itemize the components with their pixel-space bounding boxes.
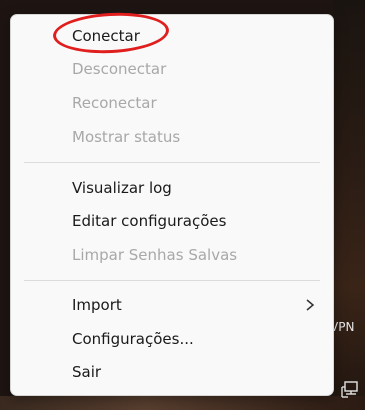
- menu-item-reconectar: Reconectar: [15, 87, 329, 119]
- desktop-background-bottom: [0, 396, 365, 410]
- menu-item-mostrar-status: Mostrar status: [15, 121, 329, 153]
- menu-item-label: Sair: [72, 363, 102, 381]
- context-menu: Conectar Desconectar Reconectar Mostrar …: [10, 14, 334, 396]
- menu-item-label: Mostrar status: [72, 128, 181, 146]
- menu-item-sair[interactable]: Sair: [15, 356, 329, 388]
- menu-item-label: Import: [72, 296, 122, 314]
- menu-item-label: Visualizar log: [72, 179, 172, 197]
- menu-item-label: Editar configurações: [72, 212, 227, 230]
- menu-item-limpar-senhas: Limpar Senhas Salvas: [15, 239, 329, 271]
- menu-separator: [24, 162, 320, 163]
- menu-item-editar-configuracoes[interactable]: Editar configurações: [15, 205, 329, 237]
- menu-item-conectar[interactable]: Conectar: [15, 20, 329, 52]
- menu-separator: [24, 280, 320, 281]
- menu-item-configuracoes[interactable]: Configurações...: [15, 323, 329, 355]
- menu-item-label: Conectar: [72, 27, 140, 45]
- desktop-background: [333, 0, 365, 410]
- menu-item-desconectar: Desconectar: [15, 53, 329, 85]
- menu-item-label: Limpar Senhas Salvas: [72, 246, 238, 264]
- menu-item-label: Reconectar: [72, 94, 157, 112]
- menu-item-label: Desconectar: [72, 60, 167, 78]
- menu-item-label: Configurações...: [72, 330, 194, 348]
- menu-item-visualizar-log[interactable]: Visualizar log: [15, 172, 329, 204]
- menu-item-import[interactable]: Import: [15, 289, 329, 321]
- chevron-right-icon: [306, 299, 315, 311]
- network-tray-icon[interactable]: [340, 381, 360, 399]
